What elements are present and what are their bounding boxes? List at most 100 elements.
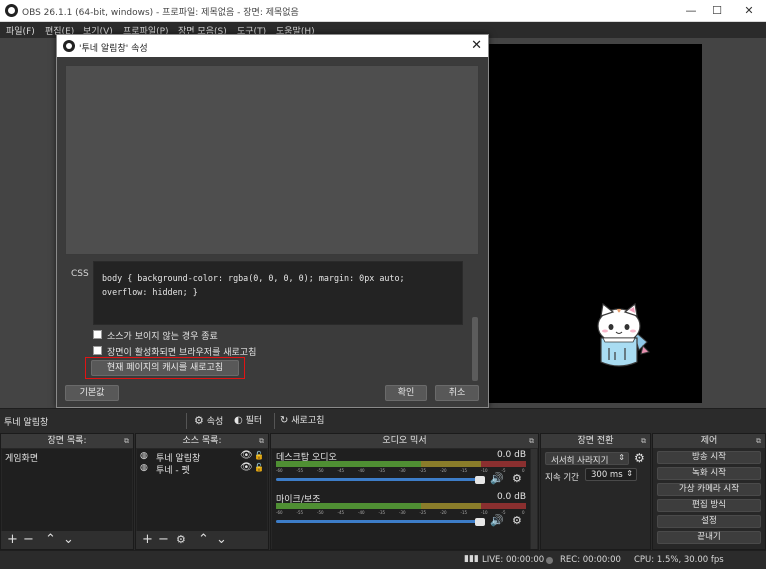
volume-slider[interactable]: [276, 520, 480, 523]
transitions-header: 장면 전환 ⧉: [541, 434, 650, 448]
menu-file[interactable]: 파일(F): [6, 24, 35, 37]
meter-tick-label: -30: [399, 510, 406, 515]
duration-label: 지속 기간: [545, 473, 579, 483]
mixer-header: 오디오 믹서 ⧉: [271, 434, 538, 448]
start-virtual-camera-button[interactable]: 가상 카메라 시작: [657, 483, 761, 496]
refresh-icon: ↻: [280, 415, 289, 426]
settings-button[interactable]: 설정: [657, 515, 761, 528]
mixer-header-label: 오디오 믹서: [382, 436, 427, 446]
close-button[interactable]: ✕: [734, 0, 764, 22]
refresh-label: 새로고침: [291, 416, 325, 426]
meter-tick-label: -45: [337, 468, 345, 473]
refresh-cache-button[interactable]: 현재 페이지의 캐시를 새로고침: [91, 360, 239, 376]
defaults-button[interactable]: 기본값: [65, 385, 119, 401]
chevron-updown-icon: ⇕: [618, 453, 625, 462]
undock-icon[interactable]: ⧉: [529, 434, 534, 448]
start-recording-button[interactable]: 녹화 시작: [657, 467, 761, 480]
meter-tick-label: -50: [317, 510, 324, 515]
gear-icon[interactable]: ⚙: [512, 514, 522, 527]
move-down-icon[interactable]: ⌄: [216, 532, 227, 548]
meter-tick-label: -55: [296, 468, 304, 473]
meter-tick-label: -20: [440, 468, 447, 473]
undock-icon[interactable]: ⧉: [756, 434, 761, 448]
list-item[interactable]: ◍ 투네 알림창 👁 🔓: [140, 450, 264, 464]
move-up-icon[interactable]: ⌃: [45, 532, 56, 548]
refresh-button[interactable]: ↻ 새로고침: [280, 413, 324, 429]
mixer-channels: 데스크탑 오디오 0.0 dB -60 -55 -50 -45 -40 -35 -30 -25…: [272, 449, 530, 549]
start-streaming-button[interactable]: 방송 시작: [657, 451, 761, 464]
transition-select[interactable]: 서서히 사라지기 ⇕: [545, 452, 629, 466]
dialog-titlebar: '투네 알림창' 속성 ✕: [57, 35, 488, 57]
dialog-close-icon[interactable]: ✕: [471, 38, 482, 53]
add-icon[interactable]: +: [7, 532, 18, 548]
meter-tick-label: -15: [460, 468, 468, 473]
exit-button[interactable]: 끝내기: [657, 531, 761, 544]
scenes-dock: 장면 목록: ⧉ 게임화면 + − ⌃ ⌄: [0, 433, 134, 550]
spinner-icon[interactable]: ⇕: [626, 469, 633, 478]
volume-slider-handle[interactable]: [475, 518, 485, 526]
list-item[interactable]: 게임화면: [5, 451, 38, 464]
move-up-icon[interactable]: ⌃: [198, 532, 209, 548]
meter-tick-label: -30: [399, 468, 406, 473]
controls-dock: 제어 ⧉ 방송 시작 녹화 시작 가상 카메라 시작 편집 방식 설정 끝내기: [652, 433, 766, 550]
window-title: OBS 26.1.1 (64-bit, windows) - 프로파일: 제목없…: [22, 8, 299, 18]
checkbox-box[interactable]: [93, 330, 102, 339]
remove-icon[interactable]: −: [158, 532, 169, 548]
undock-icon[interactable]: ⧉: [641, 434, 646, 448]
gear-icon[interactable]: ⚙: [176, 532, 186, 548]
eye-icon[interactable]: 👁: [240, 462, 253, 473]
signal-icon: ▮▮▮: [464, 554, 479, 564]
meter-scale: -60 -55 -50 -45 -40 -35 -30 -25 -20 -15 -10 -5 0: [276, 468, 526, 474]
ok-button[interactable]: 확인: [385, 385, 427, 401]
globe-icon: ◍: [140, 451, 148, 461]
volume-slider-handle[interactable]: [475, 476, 485, 484]
volume-meter: [276, 461, 526, 467]
sources-list[interactable]: ◍ 투네 알림창 👁 🔓 ◍ 투네 - 펫 👁 🔓: [137, 449, 267, 531]
meter-tick-label: -10: [481, 468, 488, 473]
volume-slider[interactable]: [276, 478, 480, 481]
source-toolbar: 투네 알림창 ⚙ 속성 ◐ 필터 ↻ 새로고침: [0, 408, 766, 432]
meter-tick-label: -20: [440, 510, 447, 515]
css-textarea[interactable]: body { background-color: rgba(0, 0, 0, 0…: [93, 261, 463, 325]
duration-input[interactable]: 300 ms ⇕: [585, 468, 637, 481]
maximize-button[interactable]: ☐: [702, 0, 732, 22]
filters-button[interactable]: ◐ 필터: [234, 413, 262, 429]
remove-icon[interactable]: −: [23, 532, 34, 548]
lock-icon[interactable]: 🔓: [254, 451, 264, 460]
gear-icon: ⚙: [194, 414, 204, 427]
dialog-scrollbar[interactable]: [472, 317, 478, 381]
css-label: CSS: [71, 269, 89, 279]
transitions-dock: 장면 전환 ⧉ 서서히 사라지기 ⇕ ⚙ 지속 기간 300 ms ⇕: [540, 433, 651, 550]
eye-icon[interactable]: 👁: [240, 450, 253, 461]
properties-button[interactable]: ⚙ 속성: [194, 413, 223, 429]
speaker-icon[interactable]: 🔊: [490, 472, 504, 485]
volume-meter: [276, 503, 526, 509]
mixer-channel-desktop: 데스크탑 오디오 0.0 dB -60 -55 -50 -45 -40 -35 -30 -25…: [272, 449, 530, 497]
undock-icon[interactable]: ⧉: [259, 434, 264, 448]
meter-tick-label: -55: [296, 510, 304, 515]
audio-mixer-dock: 오디오 믹서 ⧉ 데스크탑 오디오 0.0 dB -60 -55 -50 -45 -40…: [270, 433, 539, 550]
toolbar-divider: [186, 413, 187, 429]
mixer-scrollbar[interactable]: [531, 449, 537, 549]
gear-icon[interactable]: ⚙: [634, 451, 645, 465]
meter-tick-label: -15: [460, 510, 468, 515]
move-down-icon[interactable]: ⌄: [63, 532, 74, 548]
transitions-header-label: 장면 전환: [577, 436, 614, 446]
checkbox-refresh-on-activate[interactable]: 장면이 활성화되면 브라우저를 새로고침: [93, 345, 313, 358]
browser-source-preview: [65, 65, 479, 255]
meter-tick-label: -50: [317, 468, 324, 473]
add-icon[interactable]: +: [142, 532, 153, 548]
studio-mode-button[interactable]: 편집 방식: [657, 499, 761, 512]
cancel-button[interactable]: 취소: [435, 385, 479, 401]
checkbox-box[interactable]: [93, 346, 102, 355]
list-item[interactable]: ◍ 투네 - 펫 👁 🔓: [140, 462, 264, 476]
selected-source-name: 투네 알림창: [4, 418, 49, 428]
gear-icon[interactable]: ⚙: [512, 472, 522, 485]
checkbox-shutdown-when-hidden[interactable]: 소스가 보이지 않는 경우 종료: [93, 329, 293, 342]
sources-dock: 소스 목록: ⧉ ◍ 투네 알림창 👁 🔓 ◍ 투네 - 펫 👁 🔓 + − ⚙…: [135, 433, 269, 550]
lock-icon[interactable]: 🔓: [254, 463, 264, 472]
speaker-icon[interactable]: 🔊: [490, 514, 504, 527]
scenes-list[interactable]: 게임화면: [2, 449, 132, 531]
meter-tick-label: -40: [358, 510, 365, 515]
undock-icon[interactable]: ⧉: [124, 434, 129, 448]
